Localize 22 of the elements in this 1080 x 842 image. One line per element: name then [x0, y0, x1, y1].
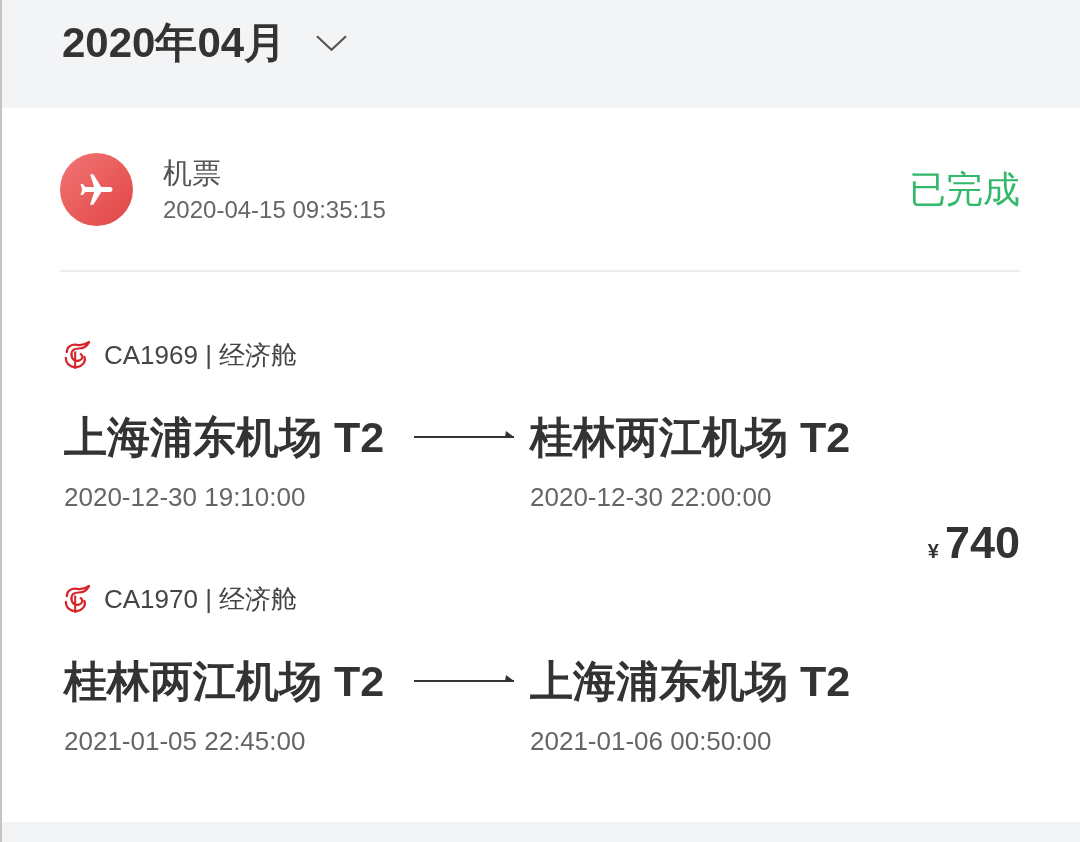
- flight-info: CA1969 | 经济舱: [104, 340, 298, 370]
- chevron-down-icon[interactable]: [316, 35, 348, 51]
- arrival-airport: 桂林两江机场 T2: [530, 412, 852, 462]
- order-time: 2020-04-15 09:35:15: [163, 195, 386, 224]
- arrow-right-icon: [414, 673, 514, 683]
- flight-info: CA1970 | 经济舱: [104, 584, 298, 614]
- departure-airport: 桂林两江机场 T2: [64, 656, 386, 706]
- departure-time: 2021-01-05 22:45:00: [64, 726, 307, 756]
- departure-time: 2020-12-30 19:10:00: [64, 482, 307, 512]
- month-selector[interactable]: 2020年04月: [62, 18, 348, 68]
- arrival-time: 2020-12-30 22:00:00: [530, 482, 773, 512]
- swirl-logo-icon: [64, 585, 90, 613]
- arrow-right-icon: [414, 429, 514, 439]
- arrival-time: 2021-01-06 00:50:00: [530, 726, 773, 756]
- order-category: 机票: [163, 155, 222, 190]
- currency-symbol: ¥: [927, 540, 939, 563]
- airplane-icon: [60, 153, 133, 226]
- order-price: 740: [944, 518, 1020, 568]
- swirl-logo-icon: [64, 341, 90, 369]
- departure-airport: 上海浦东机场 T2: [64, 412, 386, 462]
- order-status: 已完成: [909, 167, 1020, 212]
- arrival-airport: 上海浦东机场 T2: [530, 656, 852, 706]
